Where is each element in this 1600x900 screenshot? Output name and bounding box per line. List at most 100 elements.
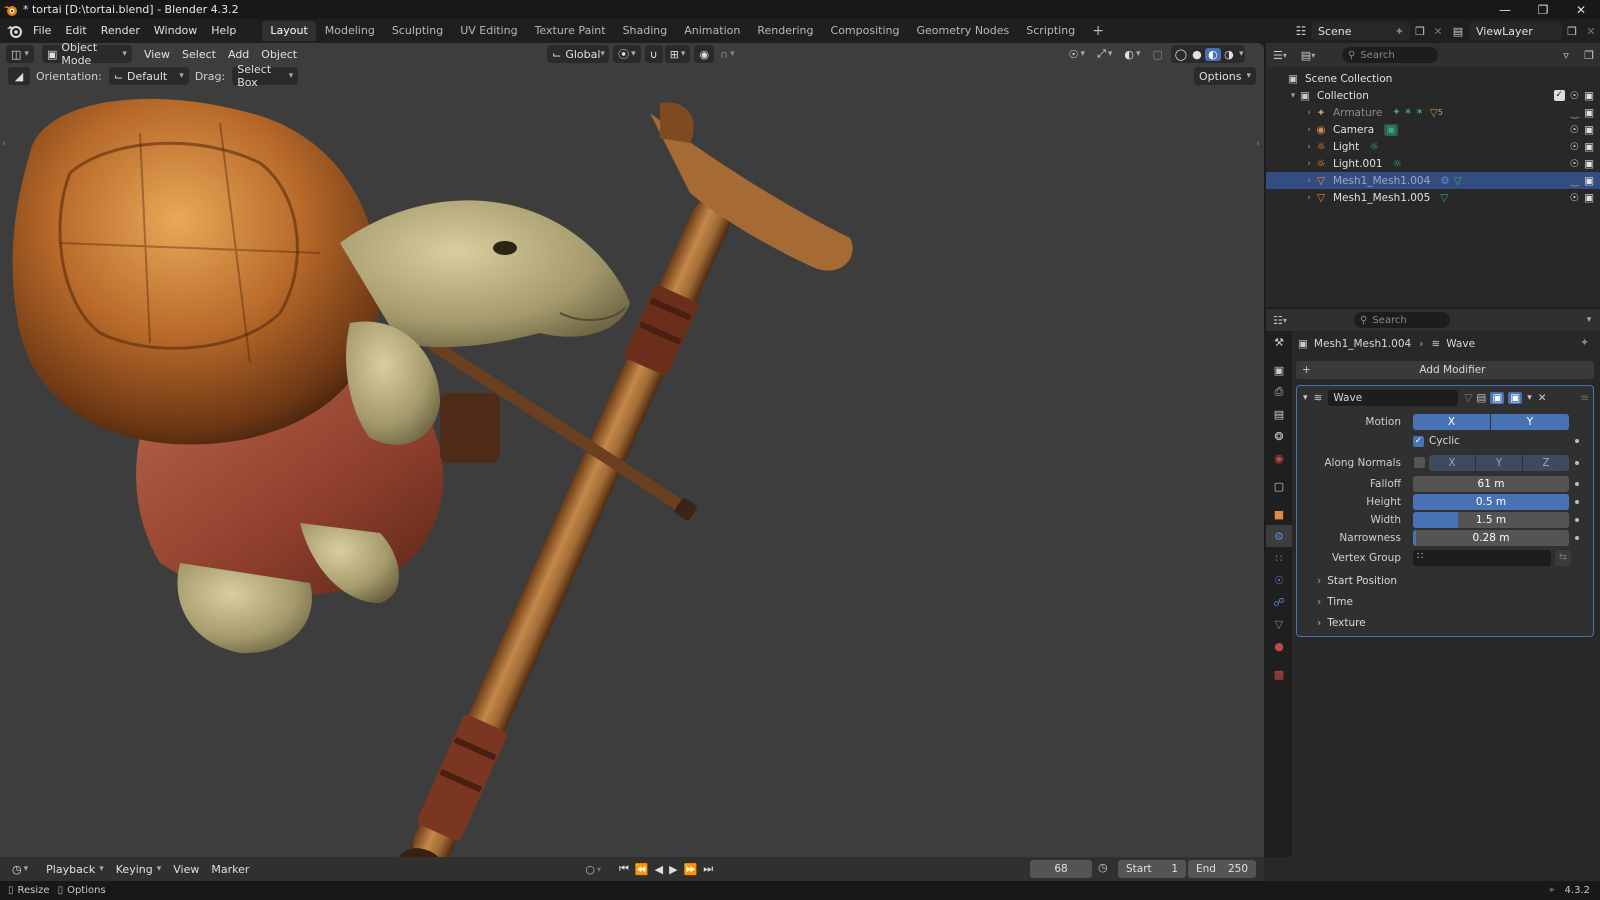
restore-icon[interactable]: ❐ <box>1524 0 1562 19</box>
rendered-shading-icon[interactable]: ◑ <box>1221 48 1237 61</box>
outliner-search[interactable]: ⚲ Search <box>1342 47 1438 63</box>
drag-dropdown[interactable]: Select Box ▾ <box>232 63 299 89</box>
edit-mode-toggle-icon[interactable]: ▽ <box>1464 392 1472 404</box>
material-tab-icon[interactable]: ● <box>1266 635 1292 657</box>
normals-x-toggle[interactable]: X <box>1429 455 1475 471</box>
menu-help[interactable]: Help <box>204 20 243 42</box>
visibility-eye-icon[interactable]: ☉ <box>1570 90 1579 102</box>
use-preview-range-icon[interactable]: ◷ <box>1098 861 1108 874</box>
new-scene-icon[interactable]: ❐ <box>1410 25 1430 38</box>
play-icon[interactable]: ▶ <box>669 863 677 876</box>
outliner-item-armature[interactable]: › ✦ Armature ✦ ✶ ✶ ▽ 5 ‿ ▣ <box>1266 104 1600 121</box>
physics-tab-icon[interactable]: ☉ <box>1266 569 1292 591</box>
auto-keying-icon[interactable]: ○ ▾ <box>585 863 601 876</box>
expand-chevron-icon[interactable]: › <box>1304 159 1314 169</box>
invert-vertex-group-icon[interactable]: ⇆ <box>1555 550 1571 566</box>
output-tab-icon[interactable]: ⎙ <box>1266 381 1292 403</box>
options-dropdown[interactable]: Options ▾ <box>1194 67 1256 85</box>
tab-geometry-nodes[interactable]: Geometry Nodes <box>908 21 1017 41</box>
tab-compositing[interactable]: Compositing <box>823 21 908 41</box>
cage-toggle-icon[interactable]: ▤ <box>1476 392 1486 404</box>
visibility-eye-icon[interactable]: ☉ <box>1570 158 1579 170</box>
along-normals-checkbox[interactable] <box>1414 457 1425 468</box>
expand-chevron-icon[interactable]: › <box>1304 193 1314 203</box>
keyframe-dot-icon[interactable] <box>1575 500 1579 504</box>
tab-modeling[interactable]: Modeling <box>317 21 383 41</box>
tab-uv-editing[interactable]: UV Editing <box>452 21 525 41</box>
expand-chevron-icon[interactable]: › <box>1304 125 1314 135</box>
gizmo-toggle[interactable]: ⤢ ▾ <box>1091 45 1118 63</box>
height-slider[interactable]: 0.5 m <box>1413 494 1569 510</box>
render-toggle-icon[interactable]: ▣ <box>1508 392 1523 404</box>
filter-icon[interactable]: ▿ <box>1554 49 1578 62</box>
start-position-subpanel[interactable]: › Start Position <box>1317 572 1397 590</box>
xray-toggle[interactable]: ▢ <box>1147 45 1169 63</box>
modifier-menu-chevron-icon[interactable]: ▾ <box>1527 393 1532 403</box>
tool-tab-icon[interactable]: ⚒ <box>1266 331 1292 353</box>
delete-view-layer-icon[interactable]: ✕ <box>1582 25 1600 38</box>
keyframe-dot-icon[interactable] <box>1575 439 1579 443</box>
world-tab-icon[interactable]: ◉ <box>1266 447 1292 469</box>
texture-subpanel[interactable]: › Texture <box>1317 614 1366 632</box>
wireframe-shading-icon[interactable]: ◯ <box>1173 48 1189 61</box>
timeline-menu-keying[interactable]: Keying ▾ <box>110 860 167 878</box>
snap-target-button[interactable]: ⊞ ▾ <box>664 45 691 63</box>
keyframe-dot-icon[interactable] <box>1575 482 1579 486</box>
snap-toggle[interactable]: ∪ <box>644 45 663 63</box>
expand-chevron-icon[interactable]: › <box>1304 142 1314 152</box>
sidebar-expand-icon[interactable]: ‹ <box>1256 139 1260 149</box>
solid-shading-icon[interactable]: ● <box>1189 48 1205 61</box>
timeline-menu-view[interactable]: View <box>167 860 205 878</box>
editor-type-button[interactable]: ◫ ▾ <box>6 45 34 63</box>
visibility-selector[interactable]: ☉ ▾ <box>1063 45 1091 63</box>
scene-tab-icon[interactable]: ❂ <box>1266 425 1292 447</box>
normals-y-toggle[interactable]: Y <box>1476 455 1522 471</box>
keyframe-dot-icon[interactable] <box>1575 518 1579 522</box>
scene-icon[interactable]: ☷ <box>1290 24 1312 38</box>
tab-texture-paint[interactable]: Texture Paint <box>527 21 614 41</box>
render-camera-icon[interactable]: ▣ <box>1584 192 1594 204</box>
toolbar-expand-icon[interactable]: › <box>2 139 6 149</box>
vertex-group-field[interactable]: ∷ <box>1413 550 1551 566</box>
viewport-toggle-icon[interactable]: ▣ <box>1490 392 1505 404</box>
outliner-editor-icon[interactable]: ☰ ▾ <box>1266 49 1294 62</box>
pin-icon[interactable]: ✦ <box>1395 25 1404 38</box>
tab-sculpting[interactable]: Sculpting <box>384 21 451 41</box>
render-camera-icon[interactable]: ▣ <box>1584 141 1594 153</box>
tab-rendering[interactable]: Rendering <box>749 21 821 41</box>
new-collection-icon[interactable]: ❐ <box>1578 49 1600 62</box>
viewport-menu-select[interactable]: Select <box>176 45 222 63</box>
add-modifier-button[interactable]: + Add Modifier <box>1296 361 1594 379</box>
drag-handle-icon[interactable]: ≡ <box>1580 392 1589 404</box>
display-mode-icon[interactable]: ▤ ▾ <box>1294 49 1322 62</box>
timeline-menu-playback[interactable]: Playback ▾ <box>40 860 110 878</box>
particles-tab-icon[interactable]: ∷ <box>1266 547 1292 569</box>
jump-start-icon[interactable]: ⏮ <box>619 862 629 876</box>
menu-file[interactable]: File <box>26 20 58 42</box>
render-camera-icon[interactable]: ▣ <box>1584 158 1594 170</box>
tab-shading[interactable]: Shading <box>615 21 676 41</box>
expand-chevron-icon[interactable]: › <box>1304 176 1314 186</box>
menu-render[interactable]: Render <box>94 20 147 42</box>
keyframe-dot-icon[interactable] <box>1575 536 1579 540</box>
minimize-icon[interactable]: — <box>1486 0 1524 19</box>
constraints-tab-icon[interactable]: ☍ <box>1266 591 1292 613</box>
prev-keyframe-icon[interactable]: ⏪ <box>635 863 649 876</box>
material-shading-icon[interactable]: ◐ <box>1204 47 1221 61</box>
3d-viewport[interactable]: ◫ ▾ ▣ Object Mode ▾ View Select Add Objec… <box>0 43 1264 857</box>
outliner-item-camera[interactable]: › ◉ Camera ▣ ☉ ▣ <box>1266 121 1600 138</box>
render-camera-icon[interactable]: ▣ <box>1584 90 1594 102</box>
render-camera-icon[interactable]: ▣ <box>1584 124 1594 136</box>
visibility-eye-icon[interactable]: ☉ <box>1570 124 1579 136</box>
close-window-icon[interactable]: ✕ <box>1562 0 1600 19</box>
active-tool-icon[interactable]: ◢ <box>8 67 30 85</box>
visibility-eye-icon[interactable]: ☉ <box>1570 192 1579 204</box>
tab-animation[interactable]: Animation <box>676 21 748 41</box>
new-view-layer-icon[interactable]: ❐ <box>1562 25 1582 38</box>
modifier-name-field[interactable]: Wave <box>1328 390 1459 406</box>
collapse-chevron-down-icon[interactable]: ▾ <box>1303 393 1308 403</box>
viewport-menu-view[interactable]: View <box>138 45 176 63</box>
cyclic-checkbox[interactable]: ✓ Cyclic <box>1413 432 1460 450</box>
delete-scene-icon[interactable]: ✕ <box>1430 25 1446 38</box>
normals-z-toggle[interactable]: Z <box>1523 455 1569 471</box>
